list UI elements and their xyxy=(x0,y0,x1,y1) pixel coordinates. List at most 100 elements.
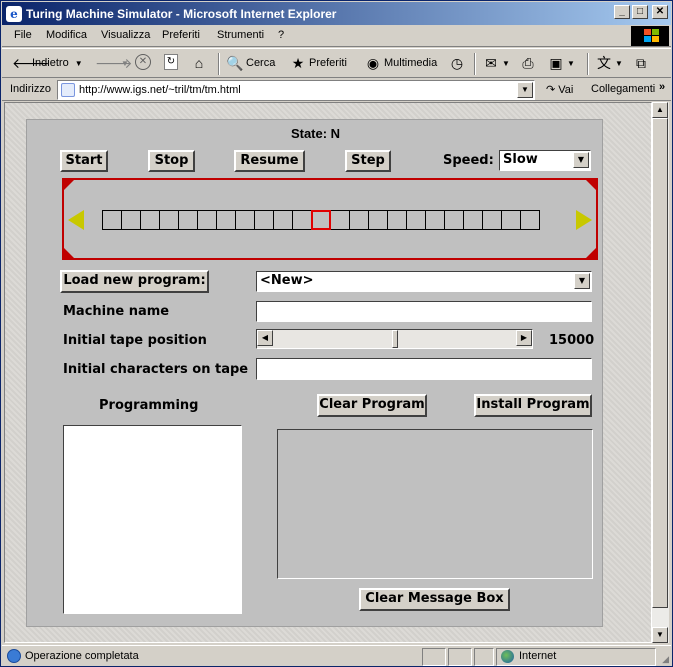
turing-applet: State: N Start Stop Resume Step Speed: S… xyxy=(26,119,603,627)
print-button[interactable]: ⎙ xyxy=(519,54,539,72)
speed-dropdown-button[interactable]: ▼ xyxy=(573,152,589,168)
windows-logo-icon xyxy=(631,26,669,46)
status-bar: Operazione completata Internet ◢ xyxy=(2,645,671,666)
translate-button[interactable]: 文 ▼ xyxy=(595,54,623,72)
tape-corner-tl xyxy=(63,179,75,191)
slider-knob[interactable] xyxy=(392,330,398,348)
tape-cell xyxy=(387,210,407,230)
window-icon: ⧉ xyxy=(636,55,646,71)
stop-icon: ✕ xyxy=(135,54,151,70)
print-icon: ⎙ xyxy=(522,55,534,71)
clear-message-button[interactable]: Clear Message Box xyxy=(359,588,510,611)
slider-right-button[interactable]: ▶ xyxy=(516,330,532,346)
home-button[interactable]: ⌂ xyxy=(190,54,210,72)
start-button[interactable]: Start xyxy=(60,150,108,172)
translate-icon: 文 xyxy=(597,55,611,71)
scroll-down-button[interactable]: ▼ xyxy=(652,627,668,643)
tape-right-arrow-icon[interactable] xyxy=(576,210,592,230)
forward-arrow-icon: 🡒 xyxy=(95,55,133,71)
page-icon xyxy=(61,83,75,97)
back-dropdown-icon[interactable]: ▼ xyxy=(75,59,83,68)
menu-help[interactable]: ? xyxy=(278,29,284,41)
install-program-button[interactable]: Install Program xyxy=(474,394,592,417)
refresh-icon: ↻ xyxy=(164,54,178,70)
edit-dropdown-icon[interactable]: ▼ xyxy=(567,59,575,68)
address-url[interactable]: http://www.igs.net/~tril/tm/tm.html xyxy=(79,84,241,96)
tape-cell xyxy=(273,210,293,230)
step-button[interactable]: Step xyxy=(345,150,391,172)
tape-cell xyxy=(292,210,312,230)
program-dropdown-button[interactable]: ▼ xyxy=(574,273,590,289)
search-icon: 🔍 xyxy=(226,55,244,71)
forward-button[interactable]: 🡒 ▼ xyxy=(95,54,133,72)
menu-strumenti[interactable]: Strumenti xyxy=(217,29,264,41)
standard-toolbar: 🡐 Indietro ▼ 🡒 ▼ ✕ ↻ ⌂ 🔍 Cerca ★ Preferi… xyxy=(2,48,671,78)
state-display: State: N xyxy=(290,126,341,141)
edit-button[interactable]: ▣ ▼ xyxy=(547,54,575,72)
window-title: Turing Machine Simulator - Microsoft Int… xyxy=(26,6,337,21)
resume-button[interactable]: Resume xyxy=(234,150,305,172)
tape-display xyxy=(62,178,598,260)
translate-dropdown-icon[interactable]: ▼ xyxy=(615,59,623,68)
vertical-scrollbar[interactable]: ▲ ▼ xyxy=(652,102,669,643)
programming-textarea[interactable] xyxy=(63,425,242,614)
media-label: Multimedia xyxy=(384,57,438,69)
address-field[interactable]: http://www.igs.net/~tril/tm/tm.html ▼ xyxy=(57,80,535,100)
chevron-right-icon[interactable]: » xyxy=(659,81,665,93)
history-button[interactable]: ◷ xyxy=(448,54,468,72)
address-label: Indirizzo xyxy=(10,83,51,95)
media-icon: ◉ xyxy=(366,55,380,71)
stop-button[interactable]: Stop xyxy=(148,150,195,172)
initial-chars-label: Initial characters on tape xyxy=(63,362,249,377)
load-program-button[interactable]: Load new program: xyxy=(60,270,209,293)
resize-grip-icon[interactable]: ◢ xyxy=(662,654,669,665)
slider-left-button[interactable]: ◀ xyxy=(257,330,273,346)
window-button[interactable]: ⧉ xyxy=(632,54,652,72)
menu-preferiti[interactable]: Preferiti xyxy=(162,29,200,41)
tape-left-arrow-icon[interactable] xyxy=(68,210,84,230)
favorites-button[interactable]: ★ Preferiti xyxy=(289,54,347,72)
tape-cell-current xyxy=(311,210,331,230)
initial-chars-field[interactable] xyxy=(256,358,592,380)
menu-modifica[interactable]: Modifica xyxy=(46,29,87,41)
status-text: Operazione completata xyxy=(25,650,139,662)
tape-cell xyxy=(178,210,198,230)
search-button[interactable]: 🔍 Cerca xyxy=(226,54,275,72)
minimize-button[interactable]: _ xyxy=(614,5,630,19)
tape-cell xyxy=(482,210,502,230)
title-bar: e Turing Machine Simulator - Microsoft I… xyxy=(2,2,671,25)
tape-position-value: 15000 xyxy=(549,333,595,348)
forward-dropdown-icon[interactable]: ▼ xyxy=(121,59,129,68)
message-box[interactable] xyxy=(277,429,593,579)
tape-position-slider[interactable]: ◀ ▶ xyxy=(256,329,533,349)
tape-cells xyxy=(102,210,540,230)
clear-program-button[interactable]: Clear Program xyxy=(317,394,427,417)
stop-load-button[interactable]: ✕ xyxy=(135,54,153,70)
scroll-thumb[interactable] xyxy=(652,118,668,608)
mail-dropdown-icon[interactable]: ▼ xyxy=(502,59,510,68)
tape-corner-tr xyxy=(585,179,597,191)
scroll-up-button[interactable]: ▲ xyxy=(652,102,668,118)
machine-name-field[interactable] xyxy=(256,301,592,322)
history-icon: ◷ xyxy=(450,55,464,71)
speed-select[interactable]: Slow ▼ xyxy=(499,150,591,171)
browser-window: e Turing Machine Simulator - Microsoft I… xyxy=(0,0,673,667)
mail-button[interactable]: ✉ ▼ xyxy=(482,54,510,72)
favorites-star-icon: ★ xyxy=(291,55,305,71)
address-dropdown-button[interactable]: ▼ xyxy=(517,82,533,98)
back-button[interactable]: 🡐 Indietro ▼ xyxy=(12,54,83,72)
close-button[interactable]: ✕ xyxy=(652,5,668,19)
program-select[interactable]: <New> ▼ xyxy=(256,271,592,292)
links-button[interactable]: Collegamenti xyxy=(591,83,655,95)
menu-visualizza[interactable]: Visualizza xyxy=(101,29,150,41)
page-status-icon xyxy=(7,649,21,663)
tape-corner-bl xyxy=(63,247,75,259)
media-button[interactable]: ◉ Multimedia xyxy=(364,54,437,72)
tape-cell xyxy=(406,210,426,230)
internet-explorer-icon: e xyxy=(6,5,22,22)
go-button[interactable]: ↷ Vai xyxy=(546,83,573,96)
maximize-button[interactable]: □ xyxy=(632,5,648,19)
menu-file[interactable]: File xyxy=(14,29,32,41)
tape-cell xyxy=(463,210,483,230)
refresh-button[interactable]: ↻ xyxy=(164,54,180,70)
